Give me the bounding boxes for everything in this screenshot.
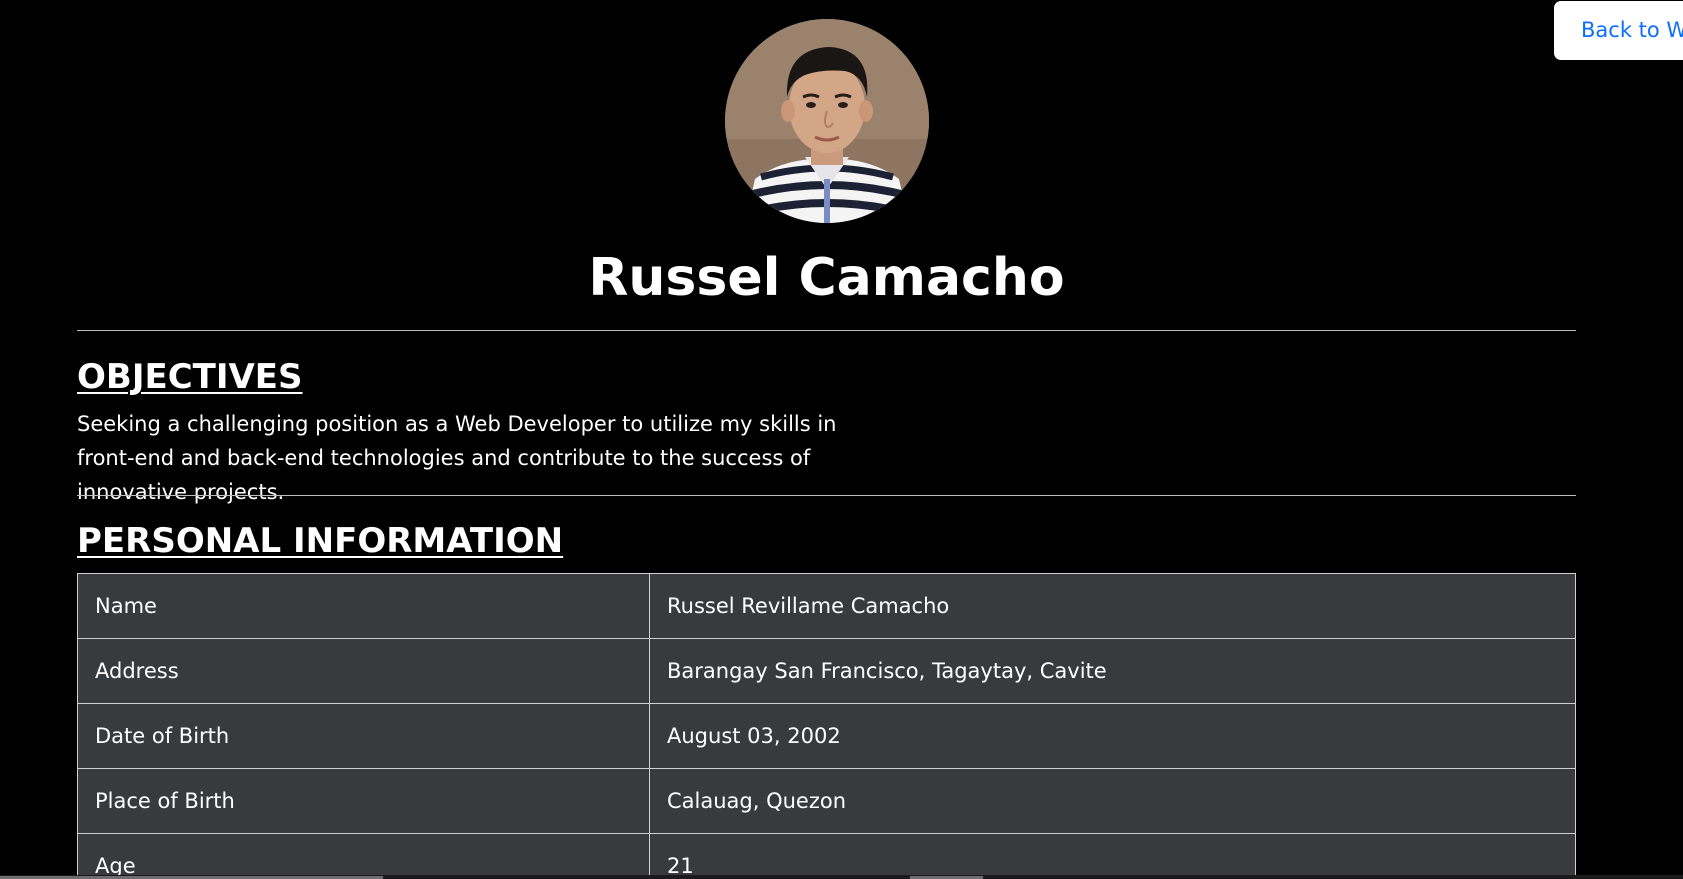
- table-row: Age 21: [77, 833, 1576, 879]
- row-value: Barangay San Francisco, Tagaytay, Cavite: [649, 638, 1576, 704]
- objectives-heading: OBJECTIVES: [77, 357, 303, 397]
- row-value: August 03, 2002: [649, 703, 1576, 769]
- table-row: Place of Birth Calauag, Quezon: [77, 768, 1576, 834]
- row-label: Name: [77, 573, 650, 639]
- table-row: Name Russel Revillame Camacho: [77, 573, 1576, 639]
- back-to-website-button[interactable]: Back to Website: [1554, 1, 1683, 60]
- row-label: Date of Birth: [77, 703, 650, 769]
- table-row: Date of Birth August 03, 2002: [77, 703, 1576, 769]
- divider: [77, 330, 1576, 331]
- divider: [77, 495, 1576, 496]
- row-label: Place of Birth: [77, 768, 650, 834]
- personal-information-heading: PERSONAL INFORMATION: [77, 521, 564, 561]
- horizontal-scrollbar[interactable]: [0, 875, 1683, 879]
- page-title: Russel Camacho: [588, 248, 1065, 308]
- resume-page: Back to Website: [0, 0, 1683, 879]
- table-row: Address Barangay San Francisco, Tagaytay…: [77, 638, 1576, 704]
- profile-photo-icon: [725, 19, 929, 223]
- row-value: Russel Revillame Camacho: [649, 573, 1576, 639]
- row-value: 21: [649, 833, 1576, 879]
- row-label: Address: [77, 638, 650, 704]
- row-label: Age: [77, 833, 650, 879]
- row-value: Calauag, Quezon: [649, 768, 1576, 834]
- personal-information-table: Name Russel Revillame Camacho Address Ba…: [77, 573, 1576, 879]
- profile-photo: [725, 19, 929, 223]
- objectives-text: Seeking a challenging position as a Web …: [77, 412, 837, 504]
